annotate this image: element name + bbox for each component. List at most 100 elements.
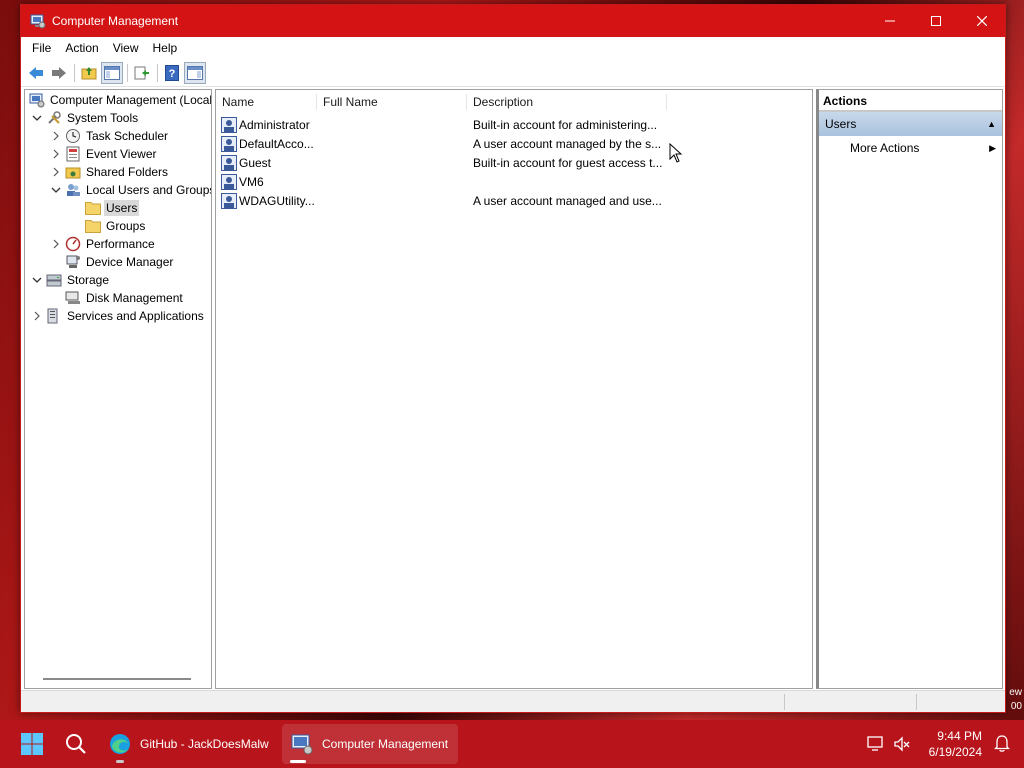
tree-item-label: Performance: [86, 237, 155, 251]
submenu-arrow-icon: ▶: [989, 143, 996, 153]
system-clock[interactable]: 9:44 PM 6/19/2024: [929, 728, 982, 760]
notification-bell-icon[interactable]: [994, 734, 1010, 752]
export-list-icon: [134, 66, 149, 79]
column-header-description[interactable]: Description: [467, 90, 667, 114]
chevron-right-icon[interactable]: [49, 165, 63, 179]
tree-item-label: Device Manager: [86, 255, 174, 269]
tree-item-storage[interactable]: Storage: [30, 271, 111, 289]
shared-folder-icon: [65, 164, 81, 180]
tree-item-label: Disk Management: [86, 291, 183, 305]
menu-view[interactable]: View: [106, 37, 146, 59]
menu-file[interactable]: File: [25, 37, 58, 59]
tree-item-event-viewer[interactable]: Event Viewer: [49, 145, 158, 163]
desktop-edge-text: ew 00: [1009, 687, 1022, 712]
tree-item-root[interactable]: Computer Management (Local: [27, 91, 211, 109]
up-folder-icon: [81, 66, 97, 79]
cell-description: Built-in account for guest access t...: [473, 156, 663, 170]
chevron-down-icon[interactable]: [30, 111, 44, 125]
cell-description: Built-in account for administering...: [473, 118, 658, 132]
search-icon[interactable]: [64, 732, 88, 756]
tree-item-shared-folders[interactable]: Shared Folders: [49, 163, 170, 181]
event-viewer-icon: [65, 146, 81, 162]
minimize-button[interactable]: [867, 5, 913, 37]
forward-button[interactable]: [48, 62, 70, 84]
computer-management-icon: [291, 734, 313, 755]
tree-item-disk-management[interactable]: Disk Management: [63, 289, 185, 307]
console-tree: Computer Management (Local System Tools …: [24, 89, 212, 689]
tree-item-performance[interactable]: Performance: [49, 235, 157, 253]
user-icon: [221, 117, 237, 133]
tree-item-system-tools[interactable]: System Tools: [30, 109, 140, 127]
collapse-up-icon[interactable]: ▲: [987, 112, 996, 136]
tree-item-label: System Tools: [67, 111, 139, 125]
users-group-icon: [65, 182, 81, 198]
actions-group-users[interactable]: Users ▲: [819, 112, 1002, 136]
column-header-name[interactable]: Name: [216, 90, 316, 114]
export-list-button[interactable]: [131, 62, 153, 84]
cell-name: DefaultAcco...: [239, 137, 314, 151]
chevron-right-icon[interactable]: [49, 129, 63, 143]
show-hide-action-pane-icon: [187, 65, 203, 80]
cell-description: [473, 173, 673, 192]
edge-browser-icon: [110, 734, 130, 754]
chevron-down-icon[interactable]: [49, 183, 63, 197]
clock-icon: [65, 128, 81, 144]
table-row[interactable]: WDAGUtility... A user account managed an…: [216, 192, 812, 211]
services-icon: [46, 308, 62, 324]
table-row[interactable]: DefaultAcco... A user account managed by…: [216, 135, 812, 154]
table-row[interactable]: Administrator Built-in account for admin…: [216, 116, 812, 135]
horizontal-scrollbar[interactable]: [43, 678, 191, 680]
actions-item-label: More Actions: [850, 141, 920, 155]
tree-item-device-manager[interactable]: Device Manager: [63, 253, 175, 271]
table-row[interactable]: Guest Built-in account for guest access …: [216, 154, 812, 173]
taskbar-item-github[interactable]: GitHub - JackDoesMalw: [100, 724, 280, 764]
computer-management-window: Computer Management File Action View Hel…: [20, 4, 1006, 713]
tree-item-local-users-and-groups[interactable]: Local Users and Groups: [49, 181, 211, 199]
help-button[interactable]: ?: [161, 62, 183, 84]
user-icon: [221, 193, 237, 209]
taskbar-item-computer-management[interactable]: Computer Management: [282, 724, 458, 764]
chevron-right-icon[interactable]: [49, 237, 63, 251]
maximize-button[interactable]: [913, 5, 959, 37]
users-list: Name Full Name Description Administrator…: [215, 89, 813, 689]
show-hide-action-pane-button[interactable]: [184, 61, 206, 84]
close-icon: [977, 16, 987, 26]
chevron-down-icon[interactable]: [30, 273, 44, 287]
tree-item-task-scheduler[interactable]: Task Scheduler: [49, 127, 170, 145]
table-row[interactable]: VM6: [216, 173, 812, 192]
back-button[interactable]: [25, 62, 47, 84]
tree-item-label: Users: [104, 200, 140, 216]
cell-name: VM6: [239, 175, 264, 189]
toolbar-separator: [157, 63, 158, 82]
running-indicator: [116, 760, 124, 763]
tree-item-services-and-applications[interactable]: Services and Applications: [30, 307, 206, 325]
volume-muted-icon[interactable]: [893, 735, 911, 753]
menu-help[interactable]: Help: [146, 37, 185, 59]
title-bar[interactable]: Computer Management: [21, 5, 1005, 37]
windows-start-icon[interactable]: [20, 732, 44, 756]
chevron-right-icon[interactable]: [30, 309, 44, 323]
column-divider[interactable]: [666, 94, 667, 110]
network-icon[interactable]: [867, 735, 885, 753]
tree-item-groups[interactable]: Groups: [83, 217, 147, 235]
cell-description: A user account managed and use...: [473, 194, 662, 208]
maximize-icon: [931, 16, 941, 26]
storage-icon: [46, 272, 62, 288]
mouse-cursor-icon: [669, 143, 683, 163]
cell-full-name: [323, 192, 463, 211]
up-one-level-button[interactable]: [78, 62, 100, 84]
more-actions-item[interactable]: More Actions ▶: [819, 136, 1002, 160]
show-hide-console-tree-button[interactable]: [101, 61, 123, 84]
status-bar: [21, 690, 1005, 712]
clock-time: 9:44 PM: [937, 729, 982, 743]
chevron-right-icon[interactable]: [49, 147, 63, 161]
folder-icon: [85, 218, 101, 234]
show-hide-tree-icon: [104, 65, 120, 80]
tree-item-label: Task Scheduler: [86, 129, 169, 143]
column-header-full-name[interactable]: Full Name: [317, 90, 467, 114]
close-button[interactable]: [959, 5, 1005, 37]
menu-action[interactable]: Action: [58, 37, 105, 59]
disk-management-icon: [65, 290, 81, 306]
user-icon: [221, 155, 237, 171]
tree-item-users[interactable]: Users: [83, 199, 140, 217]
